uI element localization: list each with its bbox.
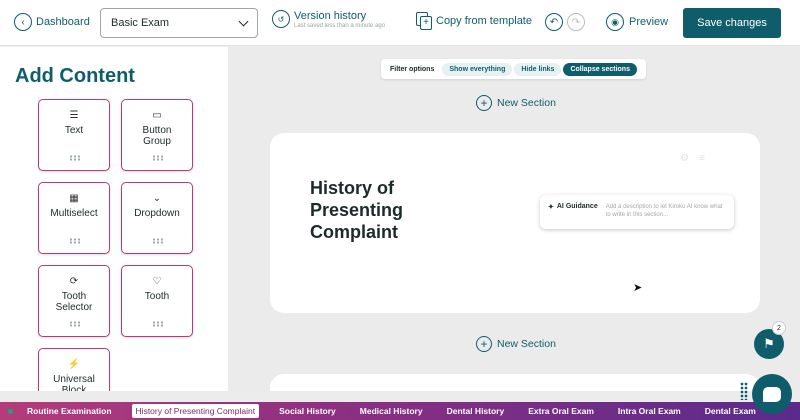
chat-button[interactable] xyxy=(752,374,792,414)
tile-multiselect[interactable]: ▦ Multiselect xyxy=(38,182,110,254)
tile-label: Button Group xyxy=(142,125,172,147)
status-dot-icon xyxy=(8,408,13,414)
tooth-icon: ♡ xyxy=(152,276,162,287)
exam-select[interactable]: Basic Exam xyxy=(100,8,258,38)
flag-count-badge: 2 xyxy=(772,321,786,335)
next-section-card[interactable] xyxy=(270,374,760,391)
section-title: History of Presenting Complaint xyxy=(310,178,404,242)
tile-button-group[interactable]: ▭ Button Group xyxy=(121,99,193,171)
new-section-button[interactable]: + New Section xyxy=(476,95,556,111)
grid-icon: ▦ xyxy=(69,193,79,204)
add-content-panel: Add Content ☰ Text ▭ Button Group ▦ Mult… xyxy=(0,47,228,391)
top-bar: ‹ Dashboard Basic Exam ↺ Version history… xyxy=(0,0,800,46)
version-history-label: Version history xyxy=(294,10,367,22)
preview-button[interactable]: ◉ Preview xyxy=(606,13,668,31)
drag-handle-icon[interactable] xyxy=(152,155,163,161)
nav-intra-oral-exam[interactable]: Intra Oral Exam xyxy=(606,406,693,416)
section-card[interactable]: ⚙ ≡ History of Presenting Complaint ✦ AI … xyxy=(270,133,760,313)
history-icon: ↺ xyxy=(272,10,290,28)
copy-from-template-button[interactable]: + Copy from template xyxy=(416,12,532,30)
tile-label: Tooth xyxy=(144,291,170,302)
tile-universal-block[interactable]: ⚡ Universal Block xyxy=(38,348,110,391)
eye-icon: ◉ xyxy=(606,13,624,31)
button-group-icon: ▭ xyxy=(152,110,162,121)
plus-circle-icon: + xyxy=(476,95,492,111)
copy-plus-icon: + xyxy=(416,12,432,30)
tile-label: Tooth Selector xyxy=(55,291,93,313)
nav-history-of-presenting-complaint[interactable]: History of Presenting Complaint xyxy=(131,404,260,418)
tile-label: Multiselect xyxy=(50,208,98,219)
ai-guidance-box[interactable]: ✦ AI Guidance Add a description to let Ki… xyxy=(540,195,734,229)
nav-medical-history[interactable]: Medical History xyxy=(348,406,435,416)
chevron-down-icon xyxy=(238,16,249,26)
nav-routine-examination[interactable]: Routine Examination xyxy=(19,406,124,416)
undo-icon[interactable]: ↶ xyxy=(545,13,563,31)
chat-icon xyxy=(763,386,781,402)
filter-options-bar: Filter options Show everything Hide link… xyxy=(381,59,646,79)
menu-icon[interactable]: ≡ xyxy=(699,153,705,164)
tile-label: Universal Block xyxy=(53,374,95,391)
redo-icon[interactable]: ↷ xyxy=(567,13,585,31)
tile-dropdown[interactable]: ⌄ Dropdown xyxy=(121,182,193,254)
ai-guidance-placeholder: Add a description to let Kiroku AI know … xyxy=(605,204,723,218)
drag-handle-icon[interactable] xyxy=(69,238,80,244)
last-saved-text: Last saved less than a minute ago xyxy=(294,23,386,29)
chevron-down-icon: ⌄ xyxy=(152,193,162,204)
sparkle-icon: ✦ xyxy=(548,204,554,211)
bolt-icon: ⚡ xyxy=(67,359,81,370)
filter-show-everything[interactable]: Show everything xyxy=(442,62,513,76)
nav-dental-history[interactable]: Dental History xyxy=(435,406,517,416)
drag-handle-icon[interactable] xyxy=(152,321,163,327)
nav-extra-oral-exam[interactable]: Extra Oral Exam xyxy=(516,406,606,416)
tile-label: Text xyxy=(64,125,84,136)
cycle-icon: ⟳ xyxy=(69,276,79,287)
settings-icon[interactable]: ⚙ xyxy=(680,153,689,164)
mouse-cursor-icon: ➤ xyxy=(633,282,643,294)
section-navigation-bar: Routine Examination History of Presentin… xyxy=(0,402,800,420)
card-actions: ⚙ ≡ xyxy=(680,153,705,164)
drag-handle-icon[interactable] xyxy=(740,382,748,400)
flag-icon: ⚑ xyxy=(763,336,775,351)
text-lines-icon: ☰ xyxy=(69,110,79,121)
editor-canvas: Filter options Show everything Hide link… xyxy=(229,47,800,391)
new-section-label: New Section xyxy=(497,97,556,109)
filter-collapse-sections[interactable]: Collapse sections xyxy=(563,62,637,76)
plus-circle-icon: + xyxy=(476,336,492,352)
drag-handle-icon[interactable] xyxy=(69,155,80,161)
add-content-title: Add Content xyxy=(15,65,135,87)
exam-select-value: Basic Exam xyxy=(111,17,170,29)
new-section-label: New Section xyxy=(497,338,556,350)
nav-social-history[interactable]: Social History xyxy=(267,406,348,416)
filter-hide-links[interactable]: Hide links xyxy=(514,62,562,76)
filter-label: Filter options xyxy=(390,65,435,73)
version-history-button[interactable]: ↺ Version history Last saved less than a… xyxy=(272,10,385,29)
new-section-button[interactable]: + New Section xyxy=(476,336,556,352)
ai-guidance-label: AI Guidance xyxy=(556,203,598,210)
preview-label: Preview xyxy=(629,16,669,28)
tile-tooth[interactable]: ♡ Tooth xyxy=(121,265,193,337)
tile-text[interactable]: ☰ Text xyxy=(38,99,110,171)
back-to-dashboard-link[interactable]: ‹ Dashboard xyxy=(14,13,90,31)
copy-label: Copy from template xyxy=(436,15,532,27)
save-changes-button[interactable]: Save changes xyxy=(683,8,781,38)
tile-label: Dropdown xyxy=(134,208,180,219)
back-label: Dashboard xyxy=(36,16,90,28)
tile-tooth-selector[interactable]: ⟳ Tooth Selector xyxy=(38,265,110,337)
chevron-left-icon: ‹ xyxy=(14,13,32,31)
drag-handle-icon[interactable] xyxy=(152,238,163,244)
drag-handle-icon[interactable] xyxy=(69,321,80,327)
